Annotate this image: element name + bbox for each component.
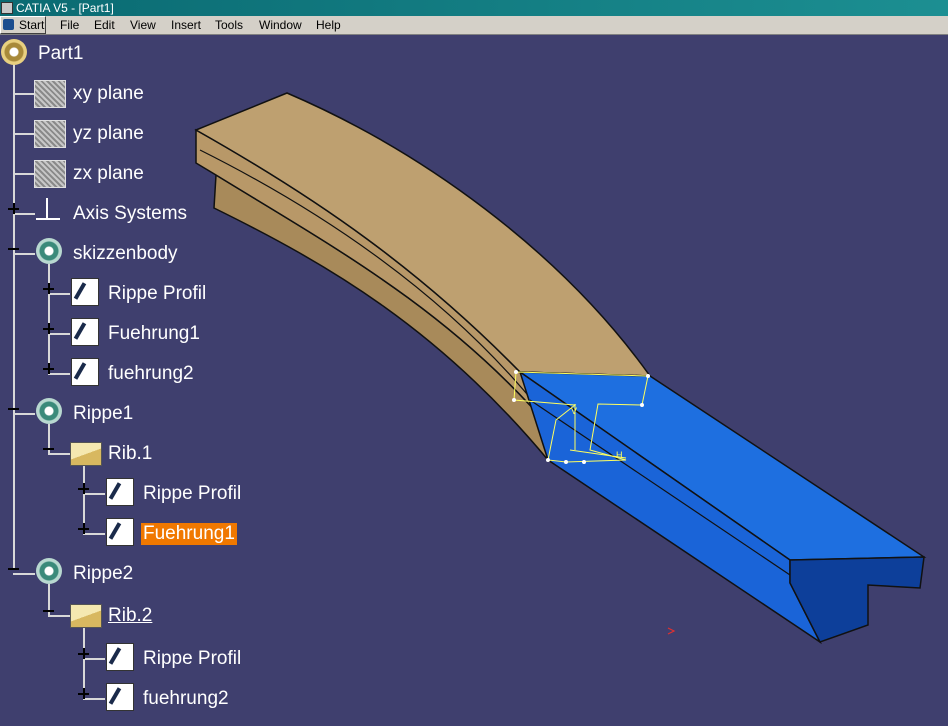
specification-tree: Part1 xy plane yz plane zx plane Axis Sy… [0,0,948,726]
collapse-icon[interactable] [6,563,21,574]
expand-icon[interactable] [41,323,56,334]
tree-item-rib1[interactable]: Rib.1 [108,443,152,465]
tree-item-skizzenbody[interactable]: skizzenbody [73,243,178,265]
tree-item-xy-plane[interactable]: xy plane [73,83,144,105]
axis-system-icon[interactable] [36,198,60,224]
tree-item-rib2-rippe-profil[interactable]: Rippe Profil [143,648,241,670]
expand-icon[interactable] [76,688,91,699]
expand-icon[interactable] [76,648,91,659]
tree-item-rib1-rippe-profil[interactable]: Rippe Profil [143,483,241,505]
sketch-icon[interactable] [71,278,99,306]
body-icon[interactable] [36,558,62,584]
plane-icon[interactable] [34,80,66,108]
part-icon[interactable] [1,39,27,65]
rib-icon[interactable] [70,604,102,628]
sketch-icon[interactable] [106,643,134,671]
sketch-icon[interactable] [106,478,134,506]
tree-branch-rib1 [83,464,85,528]
sketch-icon[interactable] [106,683,134,711]
tree-item-rippe1[interactable]: Rippe1 [73,403,133,425]
tree-item-rib1-fuehrung1-selected[interactable]: Fuehrung1 [141,523,237,545]
tree-branch-rib2 [83,628,85,694]
collapse-icon[interactable] [41,605,56,616]
plane-icon[interactable] [34,120,66,148]
tree-item-fuehrung1[interactable]: Fuehrung1 [108,323,200,345]
tree-connector [13,173,35,175]
expand-icon[interactable] [76,523,91,534]
tree-trunk-line [13,62,15,568]
collapse-icon[interactable] [41,443,56,454]
tree-item-rib2[interactable]: Rib.2 [108,605,152,627]
expand-icon[interactable] [41,363,56,374]
body-icon[interactable] [36,238,62,264]
collapse-icon[interactable] [6,403,21,414]
collapse-icon[interactable] [6,243,21,254]
body-icon[interactable] [36,398,62,424]
rib-icon[interactable] [70,442,102,466]
sketch-icon[interactable] [71,358,99,386]
sketch-icon[interactable] [71,318,99,346]
tree-connector [13,93,35,95]
expand-icon[interactable] [6,203,21,214]
tree-branch-skizzenbody [48,264,50,368]
tree-item-zx-plane[interactable]: zx plane [73,163,144,185]
tree-root-part1[interactable]: Part1 [38,43,83,65]
tree-item-yz-plane[interactable]: yz plane [73,123,144,145]
tree-item-rippe-profil[interactable]: Rippe Profil [108,283,206,305]
tree-item-rippe2[interactable]: Rippe2 [73,563,133,585]
tree-item-axis-systems[interactable]: Axis Systems [73,203,187,225]
tree-item-fuehrung2[interactable]: fuehrung2 [108,363,194,385]
expand-icon[interactable] [76,483,91,494]
plane-icon[interactable] [34,160,66,188]
expand-icon[interactable] [41,283,56,294]
sketch-icon[interactable] [106,518,134,546]
tree-connector [13,133,35,135]
tree-item-rib2-fuehrung2[interactable]: fuehrung2 [143,688,229,710]
